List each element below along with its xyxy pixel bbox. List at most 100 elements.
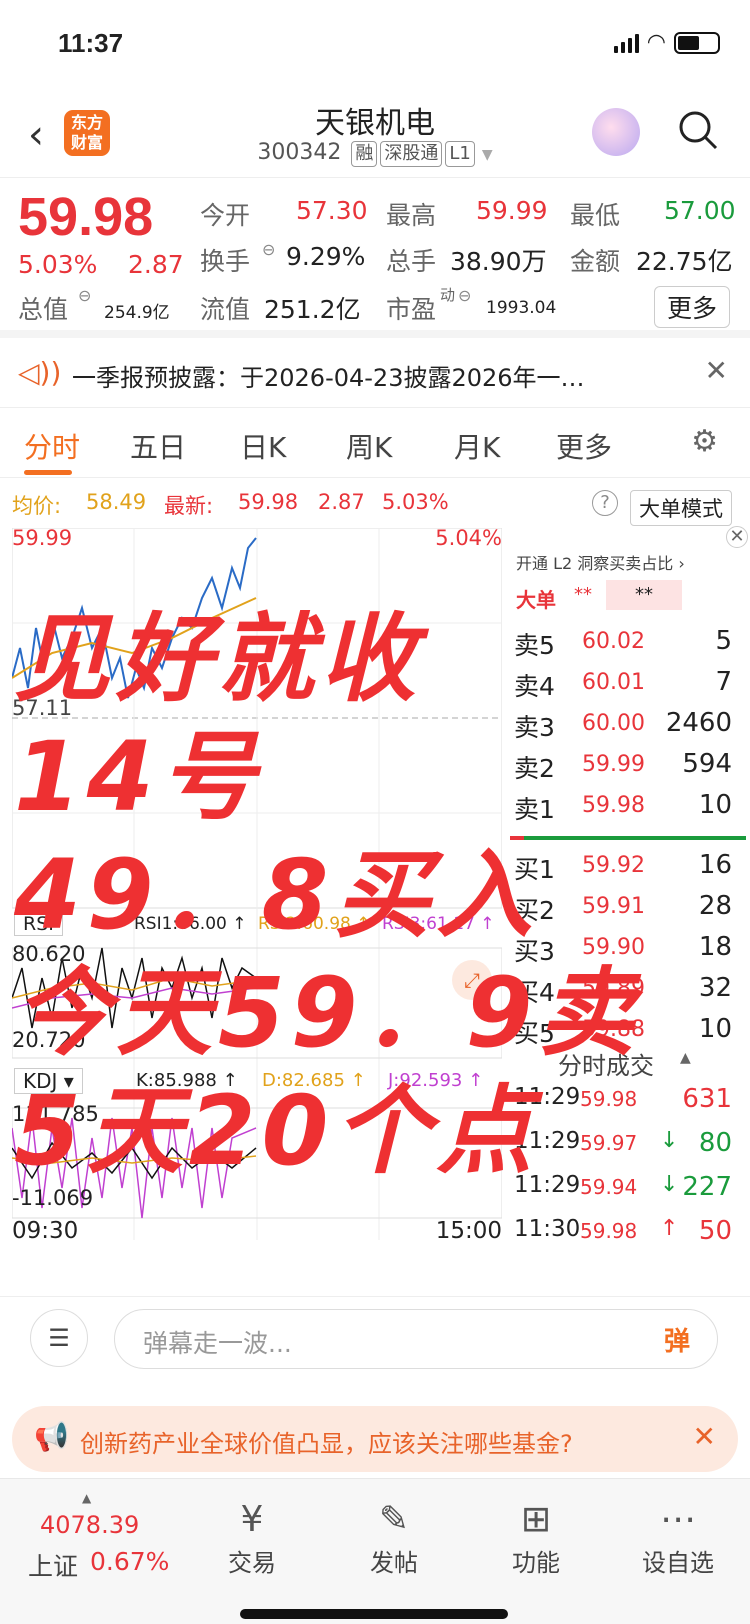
volume-label: 总手 [386,247,437,276]
rsi-label: RSI [23,913,54,935]
nav-functions[interactable]: ⊞ 功能 [476,1499,596,1578]
rsi-bottom-label: 20.720 [12,1028,86,1052]
help-icon[interactable]: ? [592,490,618,516]
ask-price: 60.01 [582,670,645,695]
search-icon[interactable] [676,108,720,152]
order-book: 开通 L2 洞察买卖占比 › ✕ 大单 ** ** 卖5 60.02 5 卖4 60.… [510,526,750,1246]
nav-post[interactable]: ✎ 发帖 [334,1499,454,1578]
kdj-label: KDJ [23,1069,58,1093]
kdj-selector[interactable]: KDJ ▾ [14,1068,83,1094]
announcement-text: 一季报预披露：于2026-04-23披露2026年一… [72,364,585,392]
comment-list-icon[interactable]: ☰ [30,1309,88,1367]
ask-volume: 7 [715,667,732,697]
tab-weekly-k[interactable]: 周K [346,426,392,466]
ask-row: 卖4 60.01 7 [510,667,732,707]
wifi-icon: ◠ [646,30,666,55]
l2-promo-link[interactable]: 开通 L2 洞察买卖占比 › [516,550,685,574]
ask-volume: 10 [698,790,732,820]
more-button[interactable]: 更多 [653,286,730,328]
kdj-k-value: K:85.988 ↑ [136,1070,238,1091]
tick-time: 11:29 [514,1172,581,1198]
bid-label: 买4 [514,978,555,1007]
tick-direction: ↓ [660,1128,679,1153]
amount-value: 22.75亿 [636,247,733,276]
edit-icon: ✎ [378,1499,410,1540]
open-value: 57.30 [296,196,368,225]
turnover-label: 换手 [200,247,251,276]
rsi2-value: RSI2:60.98 ↑ [258,914,371,934]
kdj-bottom-label: -11.069 [12,1186,94,1210]
nav-add-watchlist[interactable]: ⋯ 设自选 [618,1499,738,1578]
float-value: 251.2亿 [264,295,361,324]
tab-more[interactable]: 更多 [556,426,612,466]
nav-post-label: 发帖 [370,1549,418,1577]
ticks-title[interactable]: 分时成交 [558,1046,654,1081]
low-value: 57.00 [664,196,736,225]
tick-volume: 80 [698,1128,732,1158]
latest-label: 最新: [164,494,214,518]
ask-row: 卖3 60.00 2460 [510,708,732,748]
tick-volume: 631 [682,1084,732,1114]
close-icon[interactable]: ✕ [693,1420,716,1453]
info-circle-icon[interactable]: ⊖ [458,286,471,305]
promo-text: 创新药产业全球价值凸显，应该关注哪些基金? [80,1430,573,1458]
intraday-chart[interactable]: 59.99 5.04% 57.11 RSI RSI1:66.00 ↑ RSI2:… [11,526,503,1244]
info-circle-icon[interactable]: ⊖ [78,286,91,305]
ask-volume: 5 [715,626,732,656]
tab-monthly-k[interactable]: 月K [454,426,500,466]
bid-row: 买4 59.89 32 [510,973,732,1013]
rsi-selector[interactable]: RSI [14,912,63,936]
expand-icon[interactable]: ⤢ [452,960,492,1000]
danmu-input[interactable]: 弹幕走一波... [114,1309,718,1369]
home-indicator [240,1609,508,1619]
open-label: 今开 [200,201,251,230]
stock-header: ‹ 东方 财富 天银机电 300342 融深股通 L1 ▼ [0,90,750,178]
low-label: 最低 [570,201,621,230]
bid-price: 59.88 [582,1017,645,1042]
promo-banner[interactable]: 📢 创新药产业全球价值凸显，应该关注哪些基金? ✕ [12,1406,738,1472]
bid-label: 买1 [514,855,555,884]
kdj-d-value: D:82.685 ↑ [262,1070,366,1091]
rsi1-value: RSI1:66.00 ↑ [134,914,247,934]
tab-five-day[interactable]: 五日 [130,426,186,466]
ask-volume: 2460 [665,708,732,738]
high-label: 最高 [386,201,437,230]
tag-margin: 融 [351,141,378,167]
nav-trade[interactable]: ¥ 交易 [192,1499,312,1578]
announcement-bar[interactable]: ◁)) 一季报预披露：于2026-04-23披露2026年一… ✕ [0,338,750,408]
assistant-robot-icon[interactable] [592,108,640,156]
latest-value: 59.98 [238,490,299,514]
tick-row: 11:29 59.94 ↓ 227 [510,1172,732,1212]
nav-functions-label: 功能 [512,1549,560,1577]
gear-icon[interactable]: ⚙ [691,424,718,459]
latest-change: 2.87 [318,490,365,514]
tab-daily-k[interactable]: 日K [240,426,286,466]
kdj-j-value: J:92.593 ↑ [388,1070,484,1091]
pe-dynamic-mark: 动 [440,286,456,304]
bid-row: 买2 59.91 28 [510,891,732,931]
ask-row: 卖5 60.02 5 [510,626,732,666]
ask-label: 卖4 [514,672,555,701]
avg-label: 均价: [12,494,62,518]
bid-price: 59.90 [582,935,645,960]
tab-intraday[interactable]: 分时 [24,426,80,466]
tick-time: 11:29 [514,1084,581,1110]
bid-volume: 10 [698,1014,732,1044]
grid-icon: ⊞ [520,1499,552,1540]
y-axis-top-label: 59.99 [12,526,73,550]
close-icon[interactable]: ✕ [705,354,728,387]
chart-tabs: 分时 五日 日K 周K 月K 更多 ⚙ [0,408,750,478]
quote-panel: 59.98 5.03% 2.87 今开 57.30 最高 59.99 最低 57… [0,178,750,338]
stock-code-row: 300342 融深股通 L1 ▼ [0,140,750,167]
pct-axis-top-label: 5.04% [435,526,502,550]
ask-label: 卖2 [514,754,555,783]
tick-direction: ↑ [660,1216,679,1241]
big-order-mode-button[interactable]: 大单模式 [630,490,732,526]
info-circle-icon[interactable]: ⊖ [262,240,275,259]
chevron-down-icon[interactable]: ▼ [482,147,493,163]
danmu-toggle-icon[interactable]: 弹 [664,1321,690,1358]
bid-ask-ratio-bar [510,836,746,840]
close-icon[interactable]: ✕ [726,526,748,548]
time-start-label: 09:30 [12,1218,79,1244]
tag-level: L1 [445,141,475,167]
